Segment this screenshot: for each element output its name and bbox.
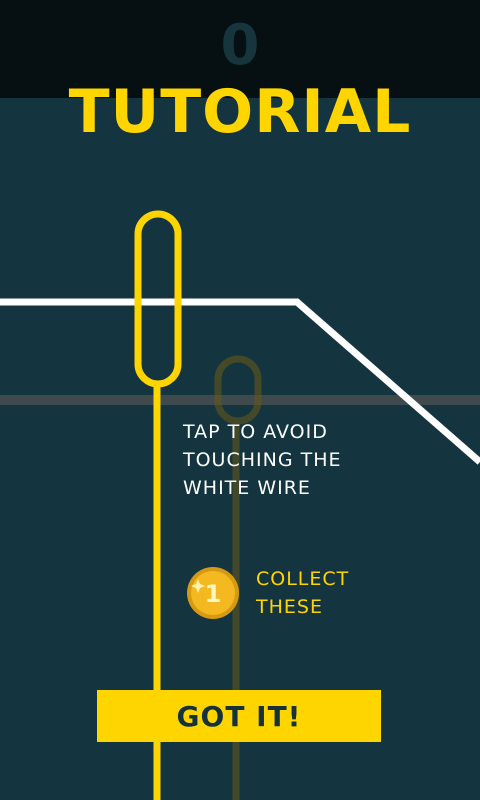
instruction-line: TAP TO AVOID	[183, 421, 328, 443]
instruction-line: WHITE WIRE	[183, 477, 311, 499]
collect-text: COLLECT THESE	[256, 565, 406, 621]
collect-line: COLLECT	[256, 568, 350, 590]
instruction-text: TAP TO AVOID TOUCHING THE WHITE WIRE	[183, 418, 423, 502]
coin-value: 1	[205, 580, 222, 608]
tutorial-title: TUTORIAL	[68, 77, 412, 147]
collect-line: THESE	[256, 596, 323, 618]
got-it-button[interactable]: GOT IT!	[97, 690, 381, 742]
instruction-line: TOUCHING THE	[183, 449, 342, 471]
coin-icon: 1	[187, 567, 239, 619]
